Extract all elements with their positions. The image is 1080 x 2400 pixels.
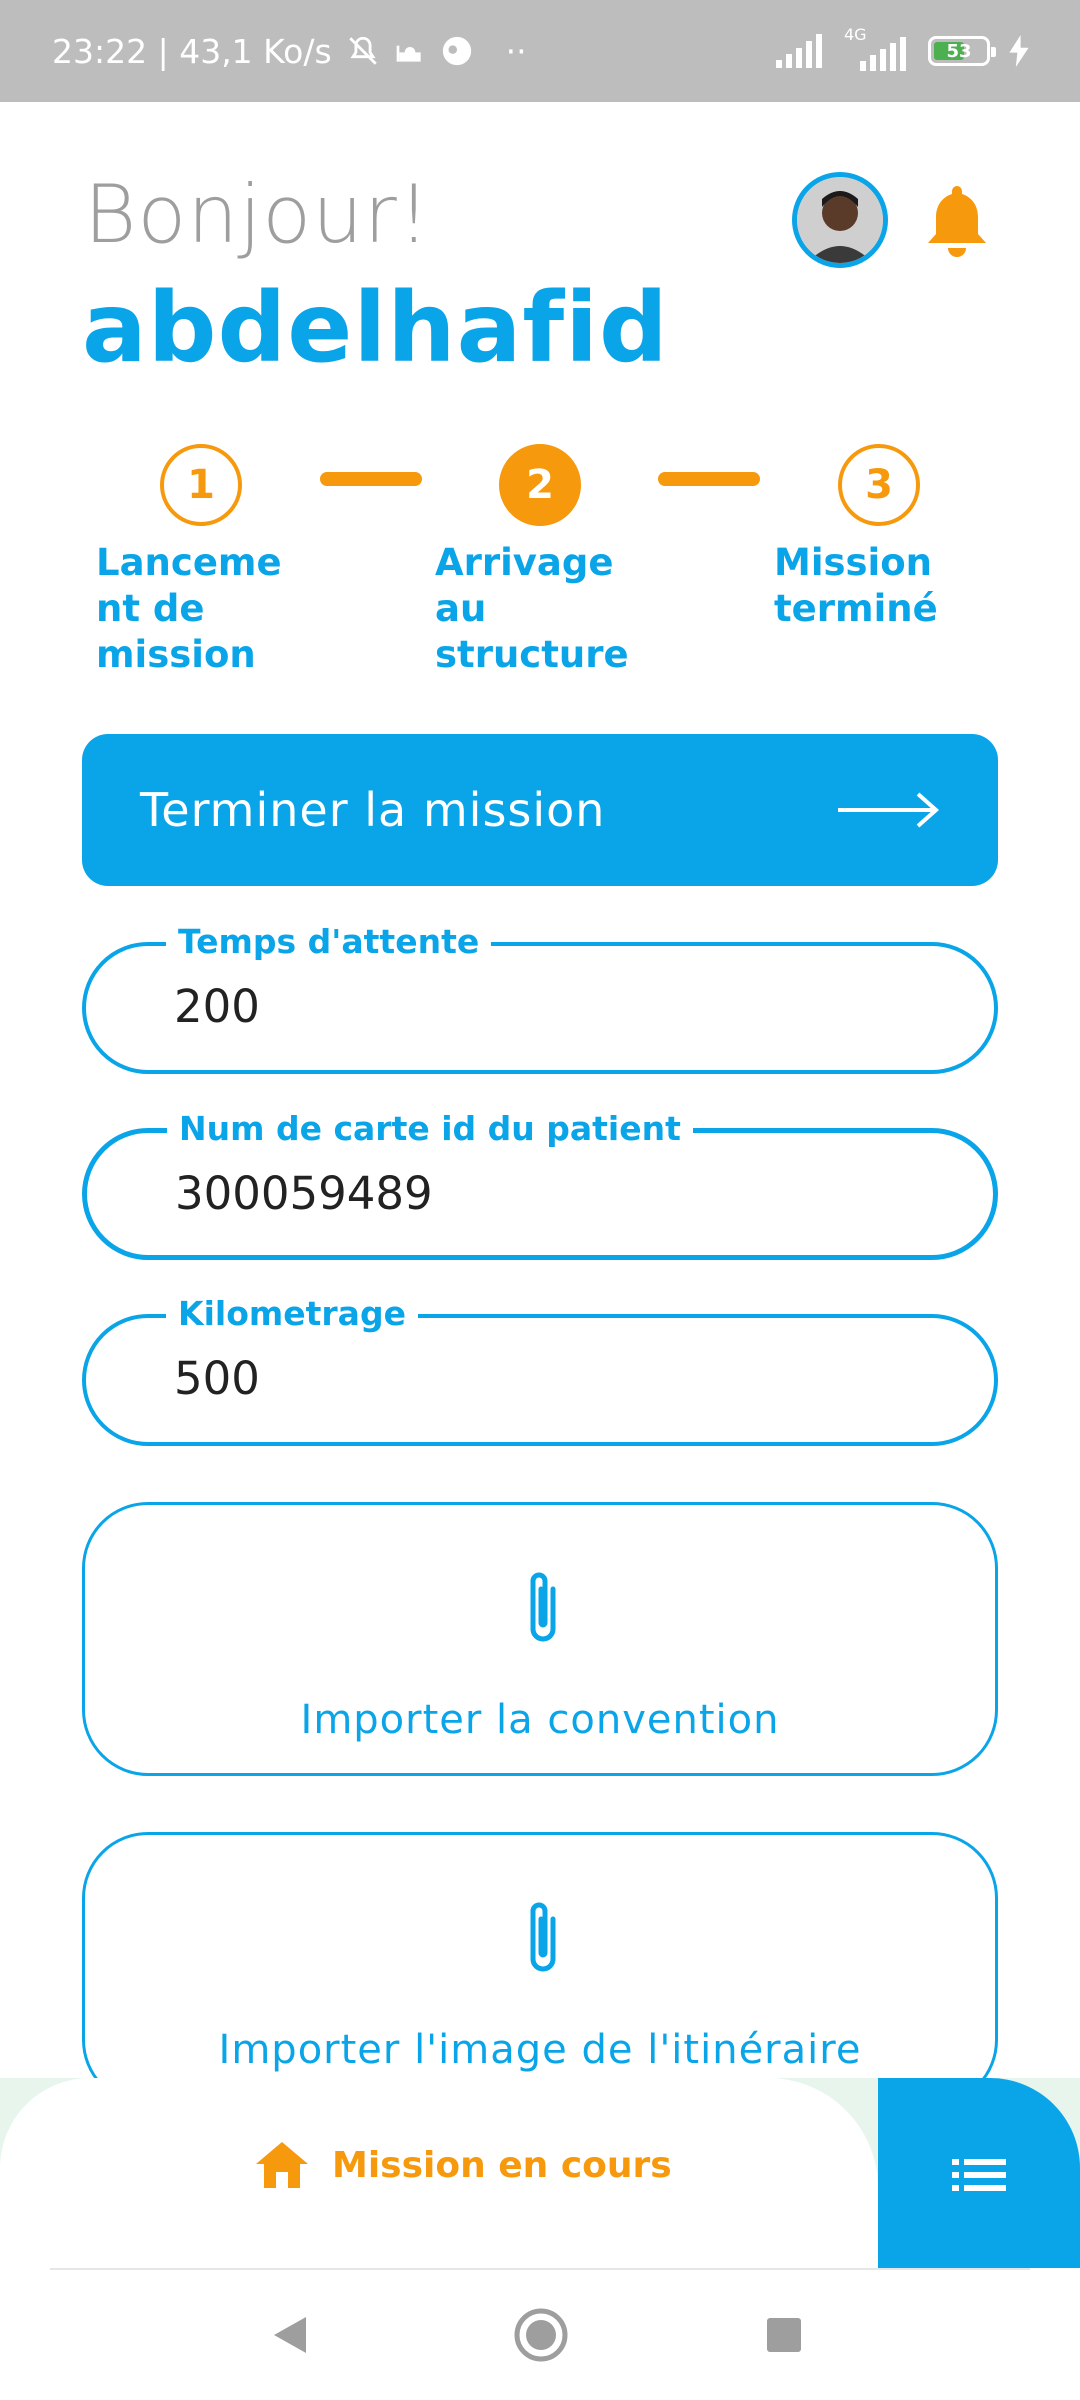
- charging-bolt-icon: [1009, 35, 1029, 67]
- mosque-icon: [396, 45, 421, 62]
- step-connector-2: [658, 472, 760, 486]
- mileage-label: Kilometrage: [166, 1294, 418, 1334]
- battery-indicator: 53: [928, 36, 996, 66]
- step-2-label: Arrivage au structure: [435, 541, 629, 676]
- username: abdelhafid: [82, 272, 669, 384]
- app-circle-icon: [442, 36, 471, 66]
- greeting-text: Bonjour!: [84, 168, 431, 261]
- avatar[interactable]: [792, 172, 888, 268]
- finish-mission-button[interactable]: Terminer la mission: [82, 734, 998, 886]
- step-1-number: 1: [187, 462, 215, 508]
- system-home-icon[interactable]: [514, 2308, 568, 2362]
- step-1-label: Lanceme nt de mission: [96, 541, 282, 676]
- nav-item-mission-en-cours[interactable]: Mission en cours: [254, 2140, 672, 2190]
- waiting-time-value[interactable]: 200: [174, 980, 260, 1033]
- status-dots: ··: [505, 31, 527, 71]
- step-3-label: Mission terminé: [774, 541, 938, 630]
- patient-id-field[interactable]: Num de carte id du patient 300059489: [82, 1109, 998, 1260]
- mileage-field[interactable]: Kilometrage 500: [82, 1294, 998, 1446]
- status-bar: 23:22 | 43,1 Ko/s ·· 4G 53: [0, 0, 1080, 102]
- battery-percent: 53: [946, 40, 972, 62]
- finish-mission-label: Terminer la mission: [140, 783, 606, 837]
- upload-route-image-button[interactable]: Importer l'image de l'itinéraire: [82, 1832, 998, 2106]
- waiting-time-field[interactable]: Temps d'attente 200: [82, 922, 998, 1074]
- status-time-speed: 23:22 | 43,1 Ko/s: [52, 31, 332, 71]
- user-photo-icon: [797, 177, 883, 263]
- home-icon: [256, 2142, 308, 2188]
- arrow-right-icon: [838, 792, 940, 828]
- step-1-circle: 1: [160, 444, 242, 526]
- bell-off-icon: [348, 36, 377, 65]
- system-recents-icon[interactable]: [767, 2318, 801, 2352]
- status-right: 4G 53: [776, 0, 1030, 102]
- step-2-number: 2: [526, 462, 554, 508]
- list-menu-icon[interactable]: [952, 2157, 1006, 2193]
- system-back-icon[interactable]: [270, 2315, 310, 2355]
- status-left: 23:22 | 43,1 Ko/s ··: [52, 0, 527, 102]
- step-2-circle: 2: [499, 444, 581, 526]
- upload-route-image-label: Importer l'image de l'itinéraire: [218, 2027, 862, 2073]
- step-3-circle: 3: [838, 444, 920, 526]
- waiting-time-label: Temps d'attente: [166, 922, 492, 962]
- patient-id-value[interactable]: 300059489: [175, 1167, 433, 1220]
- notification-bell-icon[interactable]: [922, 180, 992, 260]
- signal-4g-icon: [860, 37, 906, 71]
- patient-id-label: Num de carte id du patient: [167, 1109, 693, 1149]
- upload-convention-button[interactable]: Importer la convention: [82, 1502, 998, 1776]
- nav-item-label: Mission en cours: [332, 2144, 672, 2186]
- step-connector-1: [320, 472, 422, 486]
- paperclip-icon: [530, 1572, 556, 1642]
- upload-convention-label: Importer la convention: [300, 1697, 780, 1743]
- signal-icon: [776, 34, 822, 68]
- signal-4g: 4G: [844, 25, 910, 71]
- paperclip-icon: [530, 1902, 556, 1972]
- step-3-number: 3: [865, 462, 893, 508]
- mileage-value[interactable]: 500: [174, 1352, 260, 1405]
